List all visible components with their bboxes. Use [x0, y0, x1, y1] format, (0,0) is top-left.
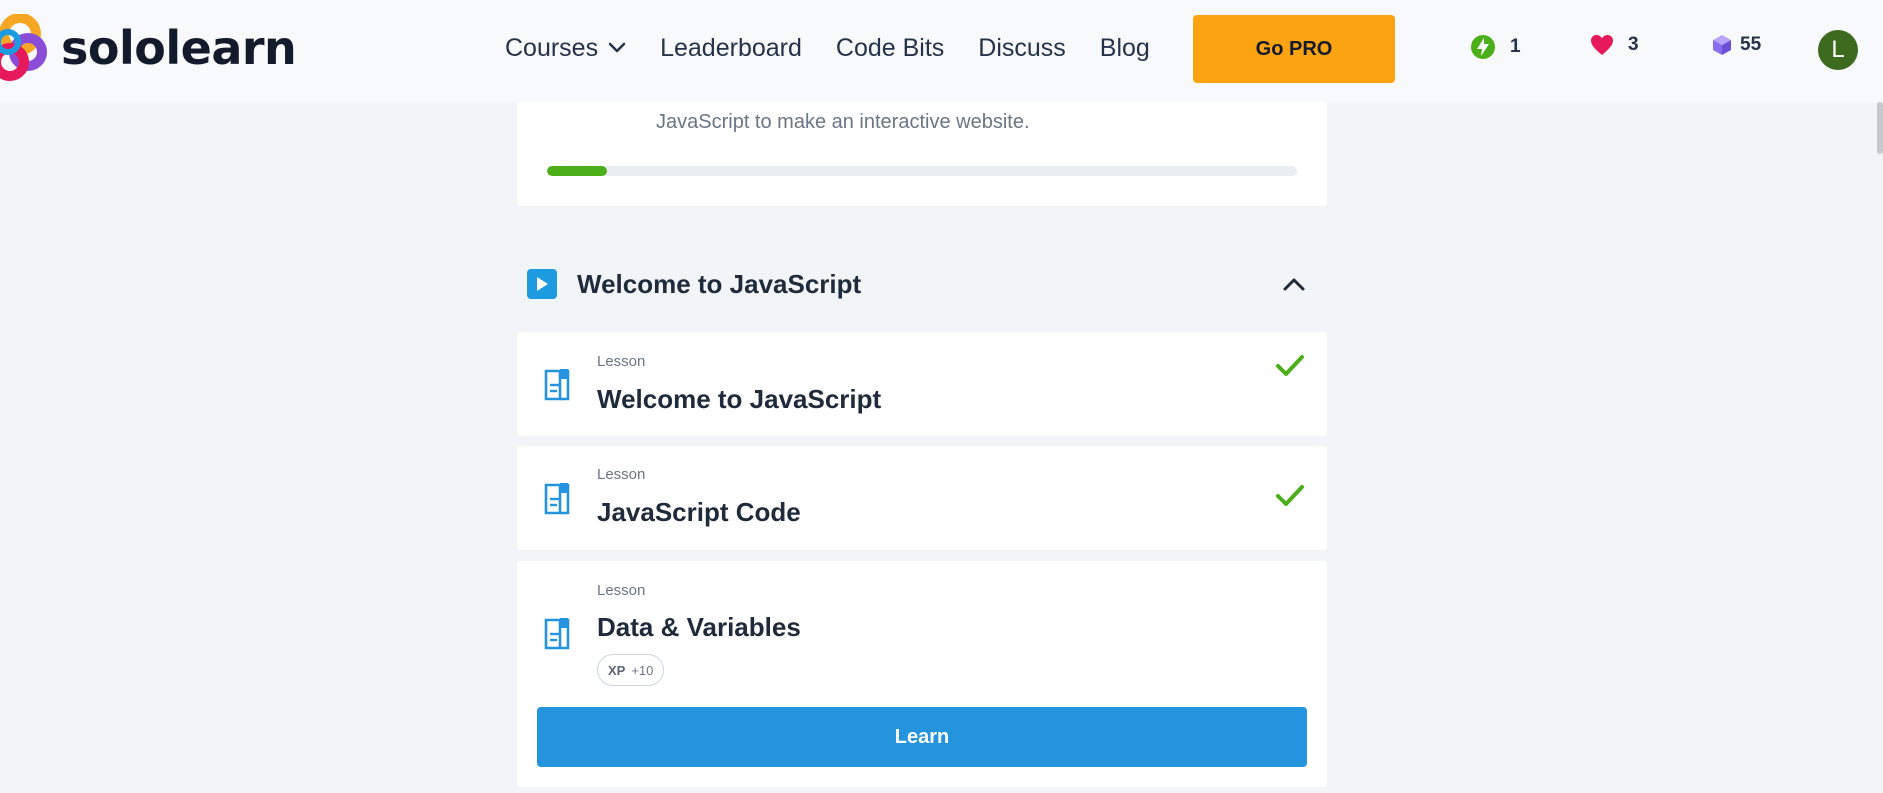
- lesson-card-data-variables[interactable]: Lesson Data & Variables XP +10 Learn: [517, 561, 1327, 787]
- chevron-down-icon: [608, 42, 626, 53]
- lesson-card-javascript-code[interactable]: Lesson JavaScript Code: [517, 446, 1327, 550]
- sololearn-logo-icon: [0, 14, 47, 81]
- lesson-type-label: Lesson: [597, 466, 646, 483]
- xp-value: +10: [631, 662, 654, 678]
- document-icon: [544, 369, 570, 401]
- streak-count: 1: [1510, 36, 1521, 57]
- hearts-count: 3: [1628, 34, 1639, 55]
- module-title: Welcome to JavaScript: [577, 268, 862, 299]
- document-icon: [544, 618, 570, 650]
- cube-icon: [1713, 35, 1731, 55]
- lesson-card-welcome[interactable]: Lesson Welcome to JavaScript: [517, 332, 1327, 436]
- nav-courses[interactable]: Courses: [505, 28, 626, 68]
- lesson-title: Welcome to JavaScript: [597, 384, 882, 414]
- checkmark-icon: [1276, 485, 1304, 506]
- course-description: JavaScript to make an interactive websit…: [656, 111, 1030, 133]
- lesson-type-label: Lesson: [597, 582, 646, 599]
- logo-text: sololearn: [61, 21, 297, 75]
- nav-courses-label: Courses: [505, 34, 599, 62]
- xp-badge: XP +10: [597, 654, 665, 686]
- document-icon: [544, 483, 570, 515]
- sololearn-logo[interactable]: sololearn: [0, 14, 297, 82]
- lightning-icon: [1471, 35, 1495, 59]
- main-nav: Courses Leaderboard Code Bits Discuss Bl…: [505, 28, 1184, 68]
- course-progress-fill: [547, 166, 607, 176]
- learn-button[interactable]: Learn: [537, 707, 1307, 767]
- module-header[interactable]: Welcome to JavaScript: [527, 268, 1327, 300]
- page-scrollbar[interactable]: [1877, 102, 1883, 154]
- chevron-up-icon[interactable]: [1282, 274, 1306, 294]
- play-icon: [527, 269, 557, 299]
- lesson-title: Data & Variables: [597, 612, 801, 642]
- go-pro-button[interactable]: Go PRO: [1193, 15, 1395, 83]
- bits-counter[interactable]: 55: [1712, 34, 1761, 56]
- user-avatar[interactable]: L: [1818, 30, 1858, 70]
- streak-counter[interactable]: 1: [1470, 34, 1521, 60]
- lesson-type-label: Lesson: [597, 353, 646, 370]
- lesson-title: JavaScript Code: [597, 497, 801, 527]
- course-progress-bar: [547, 166, 1297, 176]
- nav-discuss[interactable]: Discuss: [978, 28, 1066, 68]
- checkmark-icon: [1276, 355, 1304, 376]
- nav-leaderboard[interactable]: Leaderboard: [660, 28, 802, 68]
- heart-icon: [1591, 35, 1613, 55]
- top-navbar: sololearn Courses Leaderboard Code Bits …: [0, 0, 1883, 102]
- xp-label: XP: [608, 662, 626, 678]
- nav-code-bits[interactable]: Code Bits: [836, 28, 944, 68]
- nav-blog[interactable]: Blog: [1100, 28, 1150, 68]
- bits-count: 55: [1740, 34, 1762, 55]
- hearts-counter[interactable]: 3: [1590, 34, 1639, 56]
